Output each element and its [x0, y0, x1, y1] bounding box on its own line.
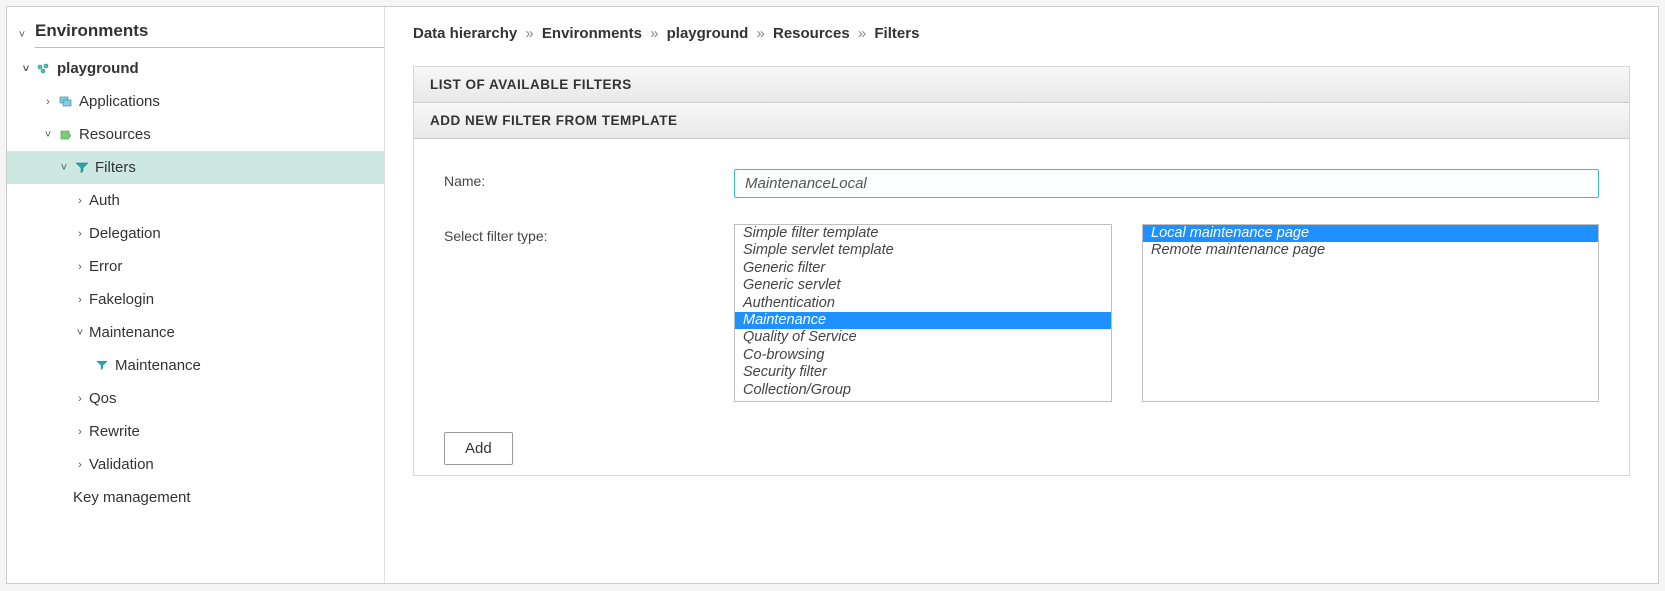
tree-label: Auth [89, 192, 120, 209]
filter-type-option[interactable]: Authentication [735, 295, 1111, 312]
tree-node-qos[interactable]: › Qos [7, 382, 384, 415]
tree-label: Error [89, 258, 122, 275]
tree-label: Qos [89, 390, 117, 407]
chevron-right-icon: › [73, 393, 87, 405]
tree-node-validation[interactable]: › Validation [7, 448, 384, 481]
tree-node-fakelogin[interactable]: › Fakelogin [7, 283, 384, 316]
puzzle-icon [57, 128, 75, 142]
filter-type-option[interactable]: Collection/Group [735, 382, 1111, 399]
breadcrumb-separator: » [756, 25, 764, 42]
sidebar-title: Environments [35, 17, 384, 48]
tree-label: Validation [89, 456, 154, 473]
tree-node-maintenance[interactable]: ˅ Maintenance [7, 316, 384, 349]
breadcrumb-part[interactable]: Resources [773, 25, 850, 42]
app-shell: ˅ Environments ˅ playground › [6, 6, 1659, 584]
main-content: Data hierarchy » Environments » playgrou… [385, 7, 1658, 583]
tree-node-filters[interactable]: ˅ Filters [7, 151, 384, 184]
add-button[interactable]: Add [444, 432, 513, 465]
tree-label: playground [57, 60, 139, 77]
breadcrumb: Data hierarchy » Environments » playgrou… [413, 25, 1630, 42]
tree-node-delegation[interactable]: › Delegation [7, 217, 384, 250]
breadcrumb-part[interactable]: Filters [874, 25, 919, 42]
tree-node-error[interactable]: › Error [7, 250, 384, 283]
chevron-down-icon: ˅ [57, 162, 71, 174]
chevron-down-icon: ˅ [41, 129, 55, 141]
filter-subtype-option[interactable]: Remote maintenance page [1143, 242, 1598, 259]
chevron-right-icon: › [41, 96, 55, 108]
filter-type-option[interactable]: Co-browsing [735, 347, 1111, 364]
chevron-down-icon: ˅ [15, 29, 29, 41]
chevron-right-icon: › [73, 195, 87, 207]
tree-label: Maintenance [89, 324, 175, 341]
panel-body-add: Name: Select filter type: Simple filter … [413, 139, 1630, 476]
tree-node-resources[interactable]: ˅ Resources [7, 118, 384, 151]
tree-label: Delegation [89, 225, 161, 242]
tree-node-rewrite[interactable]: › Rewrite [7, 415, 384, 448]
tree-node-playground[interactable]: ˅ playground [7, 52, 384, 85]
filter-subtype-option[interactable]: Local maintenance page [1143, 225, 1598, 242]
tree-label: Applications [79, 93, 160, 110]
panel-header-list[interactable]: LIST OF AVAILABLE FILTERS [413, 66, 1630, 103]
chevron-right-icon: › [73, 261, 87, 273]
tree-root-environments[interactable]: ˅ Environments [7, 17, 384, 52]
tree-node-auth[interactable]: › Auth [7, 184, 384, 217]
chevron-right-icon: › [73, 426, 87, 438]
name-label: Name: [444, 169, 734, 189]
tree-node-applications[interactable]: › Applications [7, 85, 384, 118]
filter-icon [73, 161, 91, 175]
tree-label: Key management [73, 489, 191, 506]
name-input[interactable] [734, 169, 1599, 198]
chevron-right-icon: › [73, 459, 87, 471]
tree-label: Rewrite [89, 423, 140, 440]
tree-node-key-management[interactable]: › Key management [7, 481, 384, 514]
filter-type-option[interactable]: Generic filter [735, 260, 1111, 277]
tree-label: Filters [95, 159, 136, 176]
filter-type-option[interactable]: Quality of Service [735, 329, 1111, 346]
filter-type-option[interactable]: Simple filter template [735, 225, 1111, 242]
breadcrumb-part[interactable]: Data hierarchy [413, 25, 517, 42]
panel-header-add[interactable]: ADD NEW FILTER FROM TEMPLATE [413, 103, 1630, 139]
filter-type-option[interactable]: Simple servlet template [735, 242, 1111, 259]
breadcrumb-separator: » [525, 25, 533, 42]
sidebar: ˅ Environments ˅ playground › [7, 7, 385, 583]
filter-type-option[interactable]: Maintenance [735, 312, 1111, 329]
stack-icon [57, 95, 75, 109]
filter-subtype-listbox[interactable]: Local maintenance pageRemote maintenance… [1142, 224, 1599, 402]
cluster-icon [35, 62, 53, 76]
tree-label: Maintenance [115, 357, 201, 374]
chevron-right-icon: › [73, 228, 87, 240]
breadcrumb-separator: » [858, 25, 866, 42]
breadcrumb-part[interactable]: Environments [542, 25, 642, 42]
breadcrumb-part[interactable]: playground [667, 25, 749, 42]
nav-tree: ˅ playground › Applications [7, 52, 384, 514]
filter-icon [93, 359, 111, 373]
chevron-down-icon: ˅ [73, 327, 87, 339]
filter-type-label: Select filter type: [444, 224, 734, 244]
tree-node-maintenance-child[interactable]: Maintenance [7, 349, 384, 382]
filter-type-option[interactable]: Generic servlet [735, 277, 1111, 294]
chevron-right-icon: › [73, 294, 87, 306]
breadcrumb-separator: » [650, 25, 658, 42]
filter-type-option[interactable]: Security filter [735, 364, 1111, 381]
filter-type-listbox[interactable]: Simple filter templateSimple servlet tem… [734, 224, 1112, 402]
chevron-down-icon: ˅ [19, 63, 33, 75]
tree-label: Resources [79, 126, 151, 143]
tree-label: Fakelogin [89, 291, 154, 308]
